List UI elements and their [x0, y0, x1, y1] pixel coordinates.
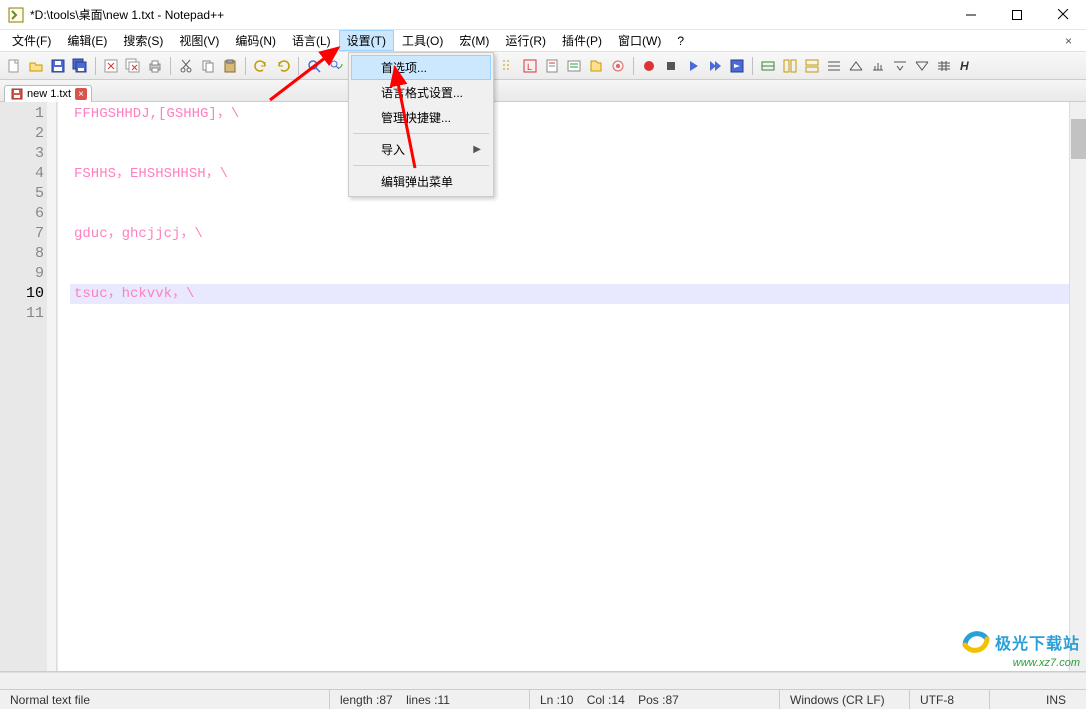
extra-tool-icon[interactable] — [802, 56, 822, 76]
code-line[interactable] — [70, 204, 1086, 224]
play-multi-icon[interactable] — [705, 56, 725, 76]
menu-窗口W[interactable]: 窗口(W) — [610, 30, 669, 51]
save-icon[interactable] — [48, 56, 68, 76]
replace-icon[interactable] — [326, 56, 346, 76]
scrollbar-thumb[interactable] — [1071, 119, 1086, 159]
code-line[interactable]: tsuc，hckvvk，\ — [70, 284, 1086, 304]
code-line[interactable]: FSHHS，EHSHSHHSH，\ — [70, 164, 1086, 184]
monitor-icon[interactable] — [608, 56, 628, 76]
find-icon[interactable] — [304, 56, 324, 76]
maximize-button[interactable] — [994, 0, 1040, 30]
dropdown-item[interactable]: 管理快捷键... — [351, 105, 491, 130]
settings-dropdown: 首选项...语言格式设置...管理快捷键... 导入▶ 编辑弹出菜单 — [348, 52, 494, 197]
menubar-close-icon[interactable]: × — [1055, 34, 1082, 48]
menu-运行R[interactable]: 运行(R) — [497, 30, 554, 51]
code-line[interactable] — [70, 264, 1086, 284]
titlebar: *D:\tools\桌面\new 1.txt - Notepad++ — [0, 0, 1086, 30]
menu-separator — [353, 165, 489, 166]
file-tab[interactable]: new 1.txt × — [4, 85, 92, 102]
code-line[interactable] — [70, 244, 1086, 264]
app-icon — [8, 7, 24, 23]
menu-编辑E[interactable]: 编辑(E) — [59, 30, 115, 51]
close-file-icon[interactable] — [101, 56, 121, 76]
doc-list-icon[interactable] — [564, 56, 584, 76]
dropdown-item[interactable]: 编辑弹出菜单 — [351, 169, 491, 194]
editor: 1234567891011 FFHGSHHDJ,[GSHHG]，\FSHHS，E… — [0, 102, 1086, 672]
vertical-scrollbar[interactable] — [1069, 102, 1086, 671]
menu-插件P[interactable]: 插件(P) — [554, 30, 610, 51]
menu-separator — [353, 133, 489, 134]
horizontal-scrollbar[interactable] — [0, 672, 1086, 689]
extra-tool-icon[interactable]: H — [956, 56, 976, 76]
dropdown-item[interactable]: 导入▶ — [351, 137, 491, 162]
open-file-icon[interactable] — [26, 56, 46, 76]
indent-guide-icon[interactable] — [498, 56, 518, 76]
menu-工具O[interactable]: 工具(O) — [394, 30, 451, 51]
save-all-icon[interactable] — [70, 56, 90, 76]
menu-编码N[interactable]: 编码(N) — [227, 30, 284, 51]
save-macro-icon[interactable] — [727, 56, 747, 76]
menu-搜索S[interactable]: 搜索(S) — [115, 30, 171, 51]
extra-tool-icon[interactable] — [934, 56, 954, 76]
extra-tool-icon[interactable] — [758, 56, 778, 76]
record-icon[interactable] — [639, 56, 659, 76]
close-all-icon[interactable] — [123, 56, 143, 76]
menu-文件F[interactable]: 文件(F) — [4, 30, 59, 51]
code-line[interactable] — [70, 184, 1086, 204]
minimize-button[interactable] — [948, 0, 994, 30]
fold-margin — [47, 102, 57, 671]
extra-tool-icon[interactable] — [868, 56, 888, 76]
extra-tool-icon[interactable] — [912, 56, 932, 76]
statusbar: Normal text file length : 87 lines : 11 … — [0, 689, 1086, 709]
undo-icon[interactable] — [251, 56, 271, 76]
code-area[interactable]: FFHGSHHDJ,[GSHHG]，\ FSHHS，EHSHSHHSH，\ gduc… — [58, 102, 1086, 671]
tabbar: new 1.txt × — [0, 80, 1086, 102]
paste-icon[interactable] — [220, 56, 240, 76]
menu-?[interactable]: ? — [669, 32, 692, 50]
close-button[interactable] — [1040, 0, 1086, 30]
menu-语言L[interactable]: 语言(L) — [284, 30, 339, 51]
code-line[interactable] — [70, 144, 1086, 164]
play-icon[interactable] — [683, 56, 703, 76]
cut-icon[interactable] — [176, 56, 196, 76]
dropdown-item[interactable]: 语言格式设置... — [351, 80, 491, 105]
toolbar: ¶ L H — [0, 52, 1086, 80]
window-controls — [948, 0, 1086, 30]
extra-tool-icon[interactable] — [824, 56, 844, 76]
doc-map-icon[interactable] — [542, 56, 562, 76]
user-lang-icon[interactable]: L — [520, 56, 540, 76]
function-list-icon[interactable] — [586, 56, 606, 76]
svg-text:H: H — [960, 59, 969, 73]
redo-icon[interactable] — [273, 56, 293, 76]
chevron-right-icon: ▶ — [473, 144, 481, 155]
menu-视图V[interactable]: 视图(V) — [171, 30, 227, 51]
code-line[interactable]: gduc，ghcjjcj，\ — [70, 224, 1086, 244]
extra-tool-icon[interactable] — [890, 56, 910, 76]
new-file-icon[interactable] — [4, 56, 24, 76]
stop-icon[interactable] — [661, 56, 681, 76]
code-line[interactable] — [70, 304, 1086, 324]
tab-close-icon[interactable]: × — [75, 88, 87, 100]
tab-label: new 1.txt — [27, 88, 71, 100]
code-line[interactable]: FFHGSHHDJ,[GSHHG]，\ — [70, 104, 1086, 124]
copy-icon[interactable] — [198, 56, 218, 76]
code-line[interactable] — [70, 124, 1086, 144]
menubar: 文件(F)编辑(E)搜索(S)视图(V)编码(N)语言(L)设置(T)工具(O)… — [0, 30, 1086, 52]
dropdown-item[interactable]: 首选项... — [351, 55, 491, 80]
window-title: *D:\tools\桌面\new 1.txt - Notepad++ — [30, 6, 948, 23]
menu-宏M[interactable]: 宏(M) — [451, 30, 497, 51]
menu-设置T[interactable]: 设置(T) — [339, 30, 394, 51]
print-icon[interactable] — [145, 56, 165, 76]
extra-tool-icon[interactable] — [780, 56, 800, 76]
extra-tool-icon[interactable] — [846, 56, 866, 76]
unsaved-icon — [11, 88, 23, 100]
svg-text:L: L — [527, 62, 532, 72]
